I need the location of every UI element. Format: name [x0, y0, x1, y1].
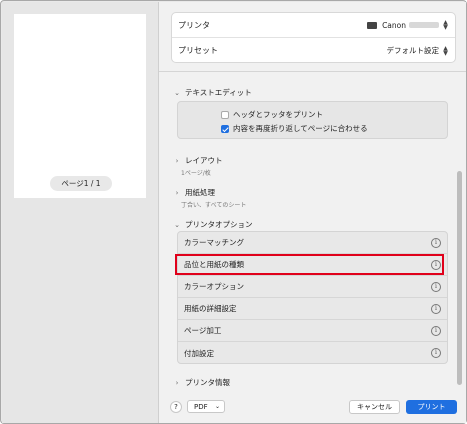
printer-preset-box: プリンタ Canon ▲ ▼ プリセット デフォルト設定 ▲ ▼: [171, 12, 456, 63]
chevron-right-icon: ›: [175, 156, 179, 165]
printer-label: プリンタ: [178, 20, 210, 30]
chevron-right-icon: ›: [175, 378, 179, 387]
print-button[interactable]: プリント: [406, 400, 457, 414]
stepper-icon: ▲ ▼: [443, 19, 448, 31]
list-item-label: カラーマッチング: [184, 238, 244, 247]
option-header-footer[interactable]: ヘッダとフッタをプリント: [221, 109, 323, 120]
checkbox-rewrap[interactable]: [221, 124, 229, 133]
chevron-right-icon: ›: [175, 188, 179, 197]
list-item-color-options[interactable]: カラーオプション i: [178, 276, 447, 298]
pdf-label: PDF: [194, 402, 208, 411]
list-item-label: 付加設定: [184, 348, 214, 358]
stepper-icon: ▲ ▼: [443, 44, 448, 57]
option-label: 内容を再度折り返してページに合わせる: [233, 124, 368, 133]
list-item-label: ページ加工: [184, 326, 222, 335]
section-layout[interactable]: › レイアウト: [173, 155, 223, 166]
list-item-paper-detail[interactable]: 用紙の詳細設定 i: [178, 298, 447, 320]
preview-page: [14, 14, 146, 198]
info-icon[interactable]: i: [431, 303, 441, 314]
printer-select[interactable]: Canon ▲ ▼: [367, 19, 449, 31]
settings-pane: プリンタ Canon ▲ ▼ プリセット デフォルト設定 ▲ ▼ ⌄ テキストエディ…: [159, 2, 466, 423]
printer-icon: [367, 21, 378, 29]
printer-options-list: カラーマッチング i 品位と用紙の種類 i カラーオプション i 用紙の詳細設定…: [177, 231, 448, 364]
section-title: テキストエディット: [185, 88, 252, 97]
info-icon[interactable]: i: [431, 237, 441, 248]
section-printer-info[interactable]: › プリンタ情報: [173, 377, 230, 388]
info-icon[interactable]: i: [431, 281, 441, 292]
section-title: プリンタ情報: [185, 378, 230, 387]
section-title: プリンタオプション: [185, 220, 253, 229]
chevron-down-icon: ⌄: [174, 220, 180, 229]
info-icon[interactable]: i: [431, 348, 441, 358]
chevron-down-icon: ⌄: [214, 403, 220, 410]
option-label: ヘッダとフッタをプリント: [233, 110, 323, 119]
paper-handling-summary: 丁合い、すべてのシート: [181, 202, 247, 209]
list-item-page-processing[interactable]: ページ加工 i: [178, 320, 447, 342]
pdf-menu-button[interactable]: PDF ⌄: [187, 400, 225, 413]
preset-row[interactable]: プリセット デフォルト設定 ▲ ▼: [172, 38, 455, 63]
section-textedit[interactable]: ⌄ テキストエディット: [173, 87, 252, 98]
bottom-bar: ? PDF ⌄ キャンセル プリント: [159, 393, 466, 422]
section-paper-handling[interactable]: › 用紙処理: [173, 187, 215, 198]
section-title: 用紙処理: [185, 188, 215, 197]
printer-name-redacted: [409, 22, 439, 28]
highlight-box: [175, 254, 444, 275]
divider: [159, 71, 466, 72]
checkbox-header-footer[interactable]: [221, 110, 229, 119]
section-printer-options[interactable]: ⌄ プリンタオプション: [173, 219, 253, 230]
print-dialog: ページ1 / 1 プリンタ Canon ▲ ▼ プリセット デフォルト設定 ▲ ▼: [0, 0, 467, 424]
info-icon[interactable]: i: [431, 325, 441, 336]
preview-pane: ページ1 / 1: [2, 2, 159, 423]
preset-value: デフォルト設定: [386, 46, 440, 55]
chevron-down-icon: ⌄: [174, 88, 180, 97]
cancel-button[interactable]: キャンセル: [349, 400, 400, 414]
list-item-label: カラーオプション: [184, 282, 244, 291]
printer-row[interactable]: プリンタ Canon ▲ ▼: [172, 13, 455, 38]
layout-summary: 1ページ/枚: [181, 170, 211, 177]
list-item-additional-settings[interactable]: 付加設定 i: [178, 342, 447, 364]
list-item-label: 用紙の詳細設定: [184, 304, 237, 313]
section-title: レイアウト: [185, 156, 223, 165]
help-button[interactable]: ?: [170, 401, 182, 413]
scrollbar[interactable]: [457, 171, 462, 385]
printer-value: Canon: [382, 20, 406, 30]
page-indicator: ページ1 / 1: [50, 176, 112, 191]
list-item-color-matching[interactable]: カラーマッチング i: [178, 232, 447, 254]
preset-select[interactable]: デフォルト設定 ▲ ▼: [387, 45, 450, 56]
option-rewrap[interactable]: 内容を再度折り返してページに合わせる: [221, 123, 368, 134]
preset-label: プリセット: [178, 46, 218, 55]
